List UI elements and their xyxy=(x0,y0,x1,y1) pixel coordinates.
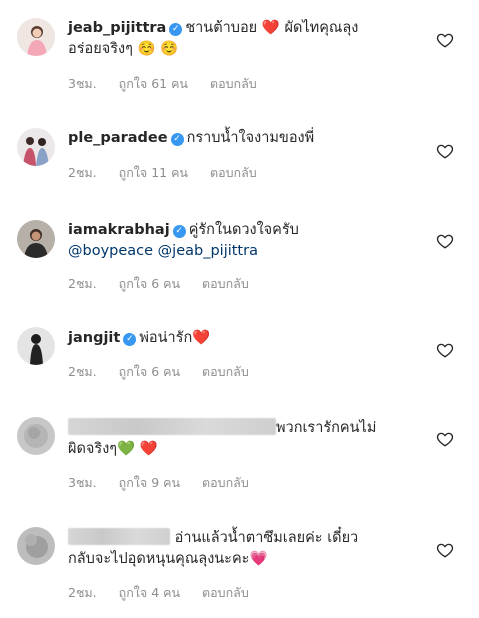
avatar[interactable] xyxy=(17,327,55,365)
comment-body: พวกเรารักคนไม่ ผิดจริงๆ💚 ❤️ xyxy=(68,418,418,460)
verified-badge-icon: ✓ xyxy=(170,133,184,146)
comment-meta: 2ชม. ถูกใจ 6 คน ตอบกลับ xyxy=(68,362,271,382)
comment-body: iamakrabhaj ✓ คู่รักในดวงใจครับ @boypeace … xyxy=(68,220,418,262)
heart-icon[interactable] xyxy=(436,232,454,250)
green-heart-emoji: 💚 xyxy=(117,441,136,457)
comment-likes[interactable]: ถูกใจ 9 คน xyxy=(119,473,180,493)
reply-button[interactable]: ตอบกลับ xyxy=(202,362,249,382)
comment-time: 2ชม. xyxy=(68,165,97,180)
comment-text: คู่รักในดวงใจครับ xyxy=(188,222,299,238)
comment-text: อ่านแล้วน้ำตาซึมเลยค่ะ เดี๋ยว xyxy=(174,530,359,546)
verified-badge-icon: ✓ xyxy=(123,333,137,346)
comment-text: ผิดจริงๆ xyxy=(68,441,118,457)
reply-button[interactable]: ตอบกลับ xyxy=(210,163,257,183)
comment-time: 3ชม. xyxy=(68,76,97,91)
comment-meta: 3ชม. ถูกใจ 9 คน ตอบกลับ xyxy=(68,473,271,493)
avatar[interactable] xyxy=(17,527,55,565)
avatar[interactable] xyxy=(17,220,55,258)
verified-badge-icon: ✓ xyxy=(169,23,183,36)
heart-icon[interactable] xyxy=(436,31,454,49)
comment-username[interactable]: iamakrabhaj xyxy=(68,222,170,238)
comment-text: กราบน้ำใจงามของพี่ xyxy=(186,130,315,146)
comment-likes[interactable]: ถูกใจ 61 คน xyxy=(119,74,188,94)
comment-username[interactable]: jeab_pijittra xyxy=(68,20,166,36)
reply-button[interactable]: ตอบกลับ xyxy=(202,473,249,493)
comment-meta: 2ชม. ถูกใจ 6 คน ตอบกลับ xyxy=(68,274,271,294)
heart-icon[interactable] xyxy=(436,341,454,359)
pink-heart-emoji: 💗 xyxy=(249,551,268,567)
comment-body: ple_paradee ✓ กราบน้ำใจงามของพี่ xyxy=(68,128,418,149)
blurred-username xyxy=(68,418,276,435)
comment-likes[interactable]: ถูกใจ 6 คน xyxy=(119,362,180,382)
red-heart-emoji: ❤️ xyxy=(139,441,158,457)
reply-button[interactable]: ตอบกลับ xyxy=(210,74,257,94)
comment-text: ผัดไทคุณลุง xyxy=(284,20,359,36)
comment-meta: 2ชม. ถูกใจ 4 คน ตอบกลับ xyxy=(68,583,271,603)
avatar[interactable] xyxy=(17,18,55,56)
comment-body: jeab_pijittra ✓ ชานต้าบอย ❤️ ผัดไทคุณลุง อ… xyxy=(68,18,418,60)
comment-time: 3ชม. xyxy=(68,475,97,490)
comment-likes[interactable]: ถูกใจ 11 คน xyxy=(119,163,188,183)
smiling-face-emoji: ☺️ ☺️ xyxy=(137,41,179,57)
heart-icon[interactable] xyxy=(436,541,454,559)
red-heart-emoji: ❤️ xyxy=(261,20,280,36)
comment-text: พวกเรารักคนไม่ xyxy=(276,420,377,436)
reply-button[interactable]: ตอบกลับ xyxy=(202,274,249,294)
comment-body: jangjit ✓ พ่อน่ารัก❤️ xyxy=(68,328,418,349)
comment-text: อร่อยจริงๆ xyxy=(68,41,133,57)
verified-badge-icon: ✓ xyxy=(172,225,186,238)
comment-text: พ่อน่ารัก xyxy=(139,330,193,346)
comment-time: 2ชม. xyxy=(68,276,97,291)
comment-likes[interactable]: ถูกใจ 4 คน xyxy=(119,583,180,603)
comment-meta: 2ชม. ถูกใจ 11 คน ตอบกลับ xyxy=(68,163,279,183)
heart-icon[interactable] xyxy=(436,142,454,160)
comment-time: 2ชม. xyxy=(68,364,97,379)
heart-icon[interactable] xyxy=(436,430,454,448)
red-heart-emoji: ❤️ xyxy=(192,330,211,346)
comment-mentions[interactable]: @boypeace @jeab_pijittra xyxy=(68,243,258,259)
reply-button[interactable]: ตอบกลับ xyxy=(202,583,249,603)
comment-username[interactable]: jangjit xyxy=(68,330,120,346)
avatar[interactable] xyxy=(17,128,55,166)
avatar[interactable] xyxy=(17,417,55,455)
comment-text: ชานต้าบอย xyxy=(185,20,258,36)
comment-meta: 3ชม. ถูกใจ 61 คน ตอบกลับ xyxy=(68,74,279,94)
comment-likes[interactable]: ถูกใจ 6 คน xyxy=(119,274,180,294)
comment-username[interactable]: ple_paradee xyxy=(68,130,168,146)
comment-time: 2ชม. xyxy=(68,585,97,600)
comment-text: กลับจะไปอุดหนุนคุณลุงนะคะ xyxy=(68,551,250,567)
blurred-username xyxy=(68,528,170,545)
comment-body: อ่านแล้วน้ำตาซึมเลยค่ะ เดี๋ยว กลับจะไปอุ… xyxy=(68,528,418,570)
